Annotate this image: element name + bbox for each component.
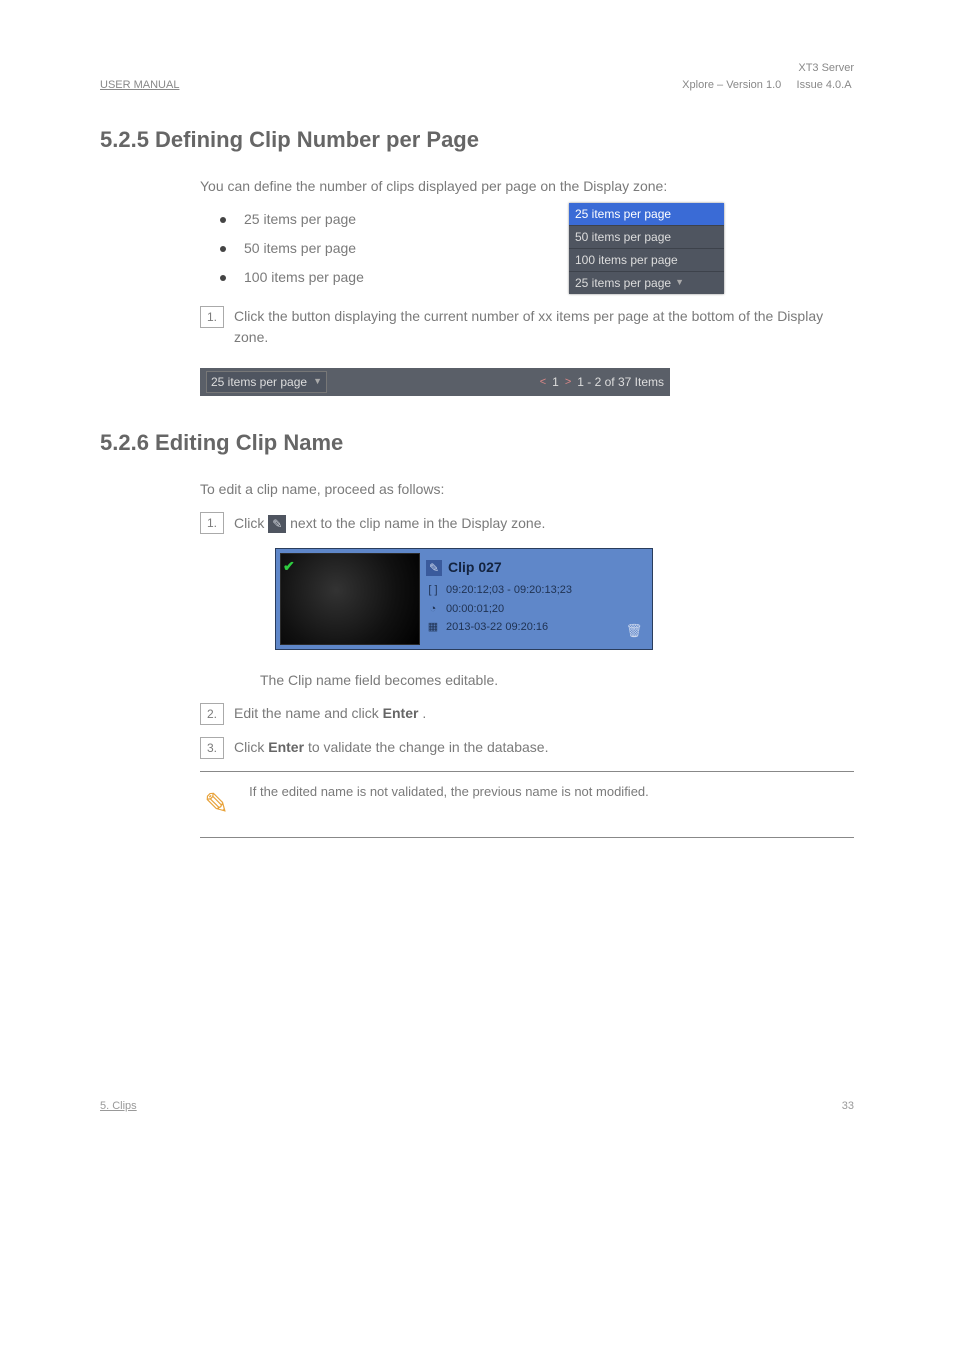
paginator-bar: 25 items per page ▼ < 1 > 1 - 2 of 37 It… bbox=[200, 368, 670, 396]
next-page-button[interactable]: > bbox=[565, 374, 571, 391]
page-footer: 5. Clips 33 bbox=[100, 1098, 854, 1115]
enter-key-label: Enter bbox=[268, 739, 304, 755]
clip-card[interactable]: ✔ ✎ Clip 027 [ ] 09:20:12;03 - 09:20:13;… bbox=[275, 548, 653, 650]
step-526-2-content: Edit the name and click Enter . bbox=[234, 703, 854, 724]
note-block: ✎ If the edited name is not validated, t… bbox=[200, 771, 854, 838]
page-range: 1 - 2 of 37 Items bbox=[577, 373, 664, 391]
step-526-1-pre: Click bbox=[234, 515, 268, 531]
step-526-3-content: Click Enter to validate the change in th… bbox=[234, 737, 854, 758]
bullet-icon bbox=[220, 217, 226, 223]
section-526-intro: To edit a clip name, proceed as follows: bbox=[200, 479, 854, 500]
bullet-25: 25 items per page bbox=[220, 209, 854, 230]
section-525-title: 5.2.5 Defining Clip Number per Page bbox=[100, 123, 854, 156]
bullet-25-text: 25 items per page bbox=[244, 209, 356, 230]
step-525-1-text: Click the button displaying the current … bbox=[234, 306, 854, 348]
step-526-1-mid: next to the clip name in the Display zon… bbox=[290, 515, 545, 531]
step-526-2-text: Edit the name and click bbox=[234, 705, 383, 721]
bullet-50: 50 items per page bbox=[220, 238, 854, 259]
step-526-1-content: Click ✎ next to the clip name in the Dis… bbox=[234, 513, 854, 534]
clip-title-row: ✎ Clip 027 bbox=[426, 557, 646, 578]
items-per-page-dropdown[interactable]: 25 items per page 50 items per page 100 … bbox=[569, 203, 724, 294]
header-left: USER MANUAL bbox=[100, 77, 179, 94]
items-per-page-selector[interactable]: 25 items per page ▼ bbox=[206, 371, 327, 393]
chevron-down-icon: ▼ bbox=[313, 375, 322, 389]
step-526-3-pre: Click bbox=[234, 739, 268, 755]
brackets-icon: [ ] bbox=[426, 583, 440, 597]
pencil-icon: ✎ bbox=[429, 559, 439, 577]
header-right: XT3 Server Xplore – Version 1.0 Issue 4.… bbox=[682, 60, 854, 93]
clip-date: 2013-03-22 09:20:16 bbox=[446, 619, 548, 636]
step-526-3: 3. Click Enter to validate the change in… bbox=[200, 737, 854, 759]
delete-clip-button[interactable]: 🗑 bbox=[626, 623, 642, 639]
step-number-box: 1. bbox=[200, 512, 224, 534]
trash-icon: 🗑 bbox=[626, 621, 643, 641]
enter-key-label: Enter bbox=[383, 705, 419, 721]
step-number-box: 1. bbox=[200, 306, 224, 328]
dropdown-item-100[interactable]: 100 items per page bbox=[569, 249, 724, 272]
edit-icon[interactable]: ✎ bbox=[268, 515, 286, 533]
clock-icon: ◔ bbox=[426, 602, 440, 616]
bullet-icon bbox=[220, 246, 226, 252]
dropdown-item-25[interactable]: 25 items per page bbox=[569, 203, 724, 226]
clip-thumbnail[interactable]: ✔ bbox=[280, 553, 420, 645]
step-number-box: 3. bbox=[200, 737, 224, 759]
footer-page-number: 33 bbox=[842, 1098, 854, 1115]
bullet-100: 100 items per page bbox=[220, 267, 854, 288]
bullet-50-text: 50 items per page bbox=[244, 238, 356, 259]
pencil-icon: ✎ bbox=[272, 515, 282, 533]
page-header: USER MANUAL XT3 Server Xplore – Version … bbox=[100, 60, 854, 93]
footer-section: 5. Clips bbox=[100, 1098, 137, 1115]
dropdown-footer[interactable]: 25 items per page ▼ bbox=[569, 272, 724, 294]
bullet-icon bbox=[220, 275, 226, 281]
clip-duration-row: ◔ 00:00:01;20 bbox=[426, 601, 646, 618]
step-526-1: 1. Click ✎ next to the clip name in the … bbox=[200, 512, 854, 534]
note-pencil-icon: ✎ bbox=[204, 782, 229, 827]
clip-info: ✎ Clip 027 [ ] 09:20:12;03 - 09:20:13;23… bbox=[424, 553, 648, 645]
step-number-box: 2. bbox=[200, 703, 224, 725]
note-text: If the edited name is not validated, the… bbox=[249, 782, 850, 802]
step-526-2: 2. Edit the name and click Enter . bbox=[200, 703, 854, 725]
clip-edit-button[interactable]: ✎ bbox=[426, 560, 442, 576]
paginator-controls: < 1 > 1 - 2 of 37 Items bbox=[540, 373, 664, 391]
clip-timecode-row: [ ] 09:20:12;03 - 09:20:13;23 bbox=[426, 582, 646, 599]
current-page: 1 bbox=[552, 373, 559, 391]
bullet-100-text: 100 items per page bbox=[244, 267, 364, 288]
clip-name-editable-text: The Clip name field becomes editable. bbox=[260, 670, 854, 691]
section-526-title: 5.2.6 Editing Clip Name bbox=[100, 426, 854, 459]
checkmark-icon: ✔ bbox=[283, 556, 295, 577]
chevron-down-icon: ▼ bbox=[675, 276, 684, 290]
bullets-with-dropdown: 25 items per page 50 items per page 100 … bbox=[100, 209, 854, 288]
step-526-2-after: . bbox=[422, 705, 426, 721]
header-version: Xplore – Version 1.0 Issue 4.0.A bbox=[682, 77, 854, 94]
dropdown-item-50[interactable]: 50 items per page bbox=[569, 226, 724, 249]
step-525-1: 1. Click the button displaying the curre… bbox=[200, 306, 854, 348]
clip-date-row: ▦ 2013-03-22 09:20:16 bbox=[426, 619, 646, 636]
clip-duration: 00:00:01;20 bbox=[446, 601, 504, 618]
step-526-3-post: to validate the change in the database. bbox=[308, 739, 549, 755]
calendar-icon: ▦ bbox=[426, 620, 440, 634]
section-525-intro: You can define the number of clips displ… bbox=[200, 176, 854, 197]
dropdown-selected-label: 25 items per page bbox=[575, 274, 671, 292]
prev-page-button[interactable]: < bbox=[540, 374, 546, 391]
items-per-page-label: 25 items per page bbox=[211, 373, 307, 391]
header-product: XT3 Server bbox=[682, 60, 854, 77]
clip-timecode: 09:20:12;03 - 09:20:13;23 bbox=[446, 582, 572, 599]
clip-title[interactable]: Clip 027 bbox=[448, 557, 502, 578]
